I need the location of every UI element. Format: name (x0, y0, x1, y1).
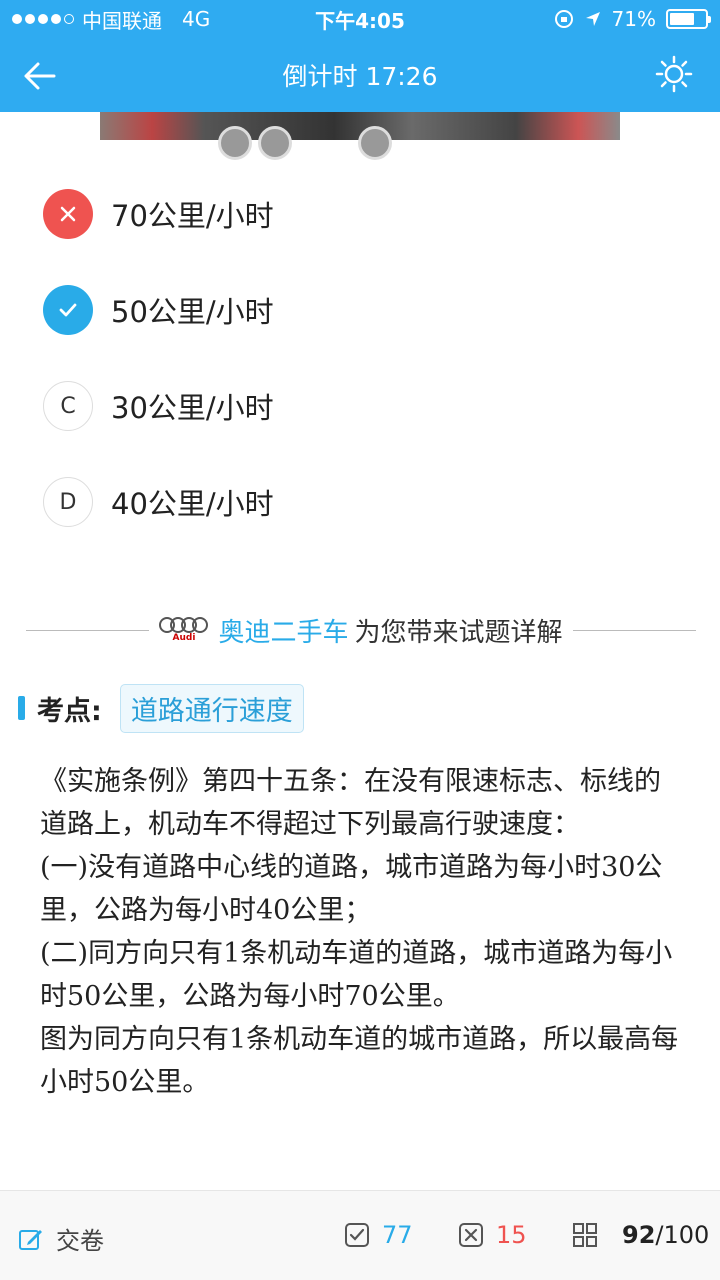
wrong-count-button[interactable]: 15 (458, 1221, 527, 1249)
grid-icon (573, 1223, 597, 1247)
explanation-paragraph: 《实施条例》第四十五条：在没有限速标志、标线的道路上，机动车不得超过下列最高行驶… (40, 766, 661, 840)
wrong-count: 15 (496, 1221, 527, 1249)
top-bar: 中国联通 4G 下午4:05 71% 倒计时 17:26 (0, 0, 720, 112)
option-d[interactable]: D 40公里/小时 (0, 454, 720, 550)
check-mark-icon (43, 285, 93, 335)
options-list: 70公里/小时 50公里/小时 C 30公里/小时 D 40公里/小时 (0, 166, 720, 550)
sponsor-divider: Audi 奥迪二手车 为您带来试题详解 (26, 610, 696, 650)
signal-strength-icon (12, 14, 74, 24)
status-bar: 中国联通 4G 下午4:05 71% (0, 0, 720, 38)
exam-point-label: 考点: (37, 695, 102, 727)
correct-count-button[interactable]: 77 (344, 1221, 413, 1249)
option-letter: D (43, 477, 93, 527)
network-label: 4G (182, 7, 211, 31)
question-grid-button[interactable]: 92/100 (572, 1221, 709, 1249)
option-a[interactable]: 70公里/小时 (0, 166, 720, 262)
explanation-text: 《实施条例》第四十五条：在没有限速标志、标线的道路上，机动车不得超过下列最高行驶… (40, 760, 680, 1104)
correct-count: 77 (382, 1221, 413, 1249)
sponsor-text: 为您带来试题详解 (354, 617, 563, 648)
submit-button[interactable]: 交卷 (18, 1221, 104, 1256)
submit-label: 交卷 (56, 1227, 104, 1255)
cross-box-icon (459, 1223, 483, 1247)
question-content: 70公里/小时 50公里/小时 C 30公里/小时 D 40公里/小时 Audi… (0, 112, 720, 1190)
option-letter: C (43, 381, 93, 431)
question-image (100, 112, 620, 160)
location-icon (585, 12, 600, 26)
exam-point-row: 考点: 道路通行速度 (0, 683, 720, 733)
option-text: 70公里/小时 (111, 199, 274, 233)
option-c[interactable]: C 30公里/小时 (0, 358, 720, 454)
sponsor-brand-link[interactable]: 奥迪二手车 (218, 612, 348, 649)
audi-logo-icon: Audi (159, 617, 209, 643)
carrier-label: 中国联通 (82, 8, 162, 33)
exam-point-tag[interactable]: 道路通行速度 (119, 683, 304, 733)
sun-icon[interactable] (654, 54, 694, 94)
edit-icon (19, 1229, 42, 1250)
option-text: 50公里/小时 (111, 295, 274, 329)
arrow-left-icon[interactable] (20, 56, 60, 96)
option-b[interactable]: 50公里/小时 (0, 262, 720, 358)
accent-bar (18, 696, 25, 720)
explanation-paragraph: 图为同方向只有1条机动车道的城市道路，所以最高每小时50公里。 (40, 1024, 679, 1098)
explanation-paragraph: (一)没有道路中心线的道路，城市道路为每小时30公里，公路为每小时40公里； (40, 852, 663, 926)
battery-icon (666, 9, 711, 29)
explanation-paragraph: (二)同方向只有1条机动车道的道路，城市道路为每小时50公里，公路为每小时70公… (40, 938, 673, 1012)
progress-total: /100 (655, 1221, 710, 1249)
countdown-title: 倒计时 17:26 (282, 62, 438, 91)
check-box-icon (345, 1223, 369, 1247)
option-text: 30公里/小时 (111, 391, 274, 425)
battery-percent: 71% (611, 7, 656, 31)
wrong-mark-icon (43, 189, 93, 239)
rotation-lock-icon (554, 10, 573, 28)
option-text: 40公里/小时 (111, 487, 274, 521)
bottom-bar: 交卷 77 15 92/100 (0, 1190, 720, 1280)
progress-current: 92 (622, 1221, 656, 1249)
nav-bar: 倒计时 17:26 (0, 38, 720, 112)
